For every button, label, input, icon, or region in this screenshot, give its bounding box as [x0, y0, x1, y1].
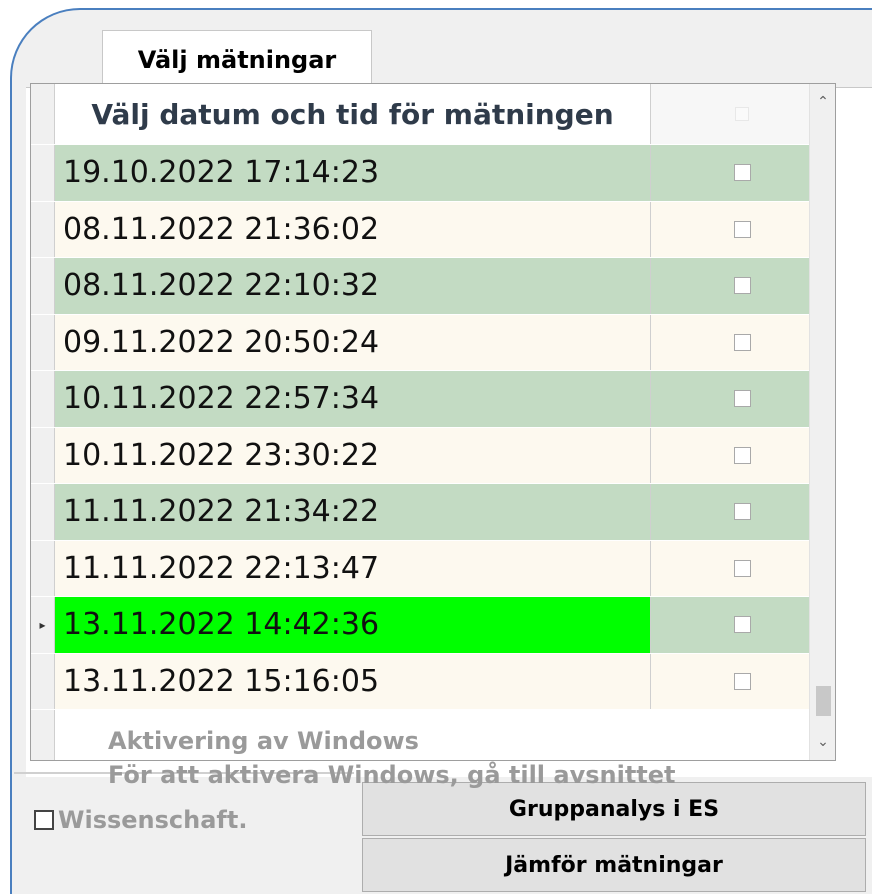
select-cell[interactable]: [651, 145, 833, 201]
row-header[interactable]: [31, 653, 55, 709]
column-header-date[interactable]: Välj datum och tid för mätningen: [55, 84, 651, 144]
table-row[interactable]: 11.11.2022 22:13:47: [31, 540, 835, 597]
scroll-down-icon[interactable]: ⌄: [810, 728, 835, 756]
new-row[interactable]: [31, 710, 835, 760]
row-checkbox[interactable]: [733, 559, 751, 577]
table-row[interactable]: 08.11.2022 22:10:32: [31, 258, 835, 315]
row-checkbox[interactable]: [733, 446, 751, 464]
date-cell[interactable]: 08.11.2022 21:36:02: [55, 201, 651, 257]
date-cell[interactable]: 13.11.2022 14:42:36: [55, 597, 651, 653]
date-cell[interactable]: 11.11.2022 21:34:22: [55, 484, 651, 540]
select-cell[interactable]: [651, 258, 833, 314]
date-cell[interactable]: 19.10.2022 17:14:23: [55, 145, 651, 201]
select-all-checkbox[interactable]: [734, 107, 749, 121]
date-cell[interactable]: 13.11.2022 15:16:05: [55, 653, 651, 709]
scrollbar-thumb[interactable]: [816, 686, 831, 716]
select-cell[interactable]: [651, 202, 833, 258]
group-analysis-button[interactable]: Gruppanalys i ES: [362, 782, 866, 836]
date-cell[interactable]: 08.11.2022 22:10:32: [55, 258, 651, 314]
compare-measurements-button[interactable]: Jämför mätningar: [362, 838, 866, 892]
row-checkbox[interactable]: [733, 672, 751, 690]
row-header[interactable]: [31, 201, 55, 257]
row-header[interactable]: [31, 427, 55, 483]
row-checkbox[interactable]: [733, 503, 751, 521]
select-cell[interactable]: [651, 315, 833, 371]
column-header-select[interactable]: [651, 84, 833, 144]
row-header[interactable]: [31, 258, 55, 314]
row-header[interactable]: [31, 540, 55, 596]
grid-header: Välj datum och tid för mätningen: [31, 84, 835, 144]
row-checkbox[interactable]: [733, 616, 751, 634]
grid-rows: 19.10.2022 17:14:23 08.11.2022 21:36:02 08…: [31, 145, 835, 760]
row-checkbox[interactable]: [733, 164, 751, 182]
table-row[interactable]: 08.11.2022 21:36:02: [31, 201, 835, 258]
row-checkbox[interactable]: [733, 277, 751, 295]
row-header-corner: [31, 84, 55, 144]
date-cell[interactable]: 10.11.2022 23:30:22: [55, 427, 651, 483]
select-cell[interactable]: [651, 654, 833, 710]
row-header[interactable]: [31, 314, 55, 370]
table-row[interactable]: 13.11.2022 15:16:05: [31, 653, 835, 710]
table-row[interactable]: 09.11.2022 20:50:24: [31, 314, 835, 371]
table-row[interactable]: 10.11.2022 22:57:34: [31, 371, 835, 428]
row-header[interactable]: [31, 145, 55, 201]
row-checkbox[interactable]: [733, 333, 751, 351]
checkbox-label: Wissenschaft.: [58, 806, 248, 834]
wissenschaft-checkbox[interactable]: Wissenschaft.: [34, 806, 247, 834]
vertical-scrollbar[interactable]: ⌃ ⌄: [809, 84, 835, 760]
measurement-grid: Välj datum och tid för mätningen 19.10.2…: [30, 83, 836, 761]
row-checkbox[interactable]: [733, 390, 751, 408]
select-cell[interactable]: [651, 484, 833, 540]
select-cell[interactable]: [651, 597, 833, 653]
divider: [14, 772, 354, 774]
scroll-up-icon[interactable]: ⌃: [810, 88, 835, 116]
select-cell[interactable]: [651, 428, 833, 484]
date-cell[interactable]: 11.11.2022 22:13:47: [55, 540, 651, 596]
tab-valj-matningar[interactable]: Välj mätningar: [102, 30, 372, 88]
row-header[interactable]: ▸: [31, 597, 55, 653]
date-cell[interactable]: 09.11.2022 20:50:24: [55, 314, 651, 370]
row-header[interactable]: [31, 484, 55, 540]
table-row[interactable]: 11.11.2022 21:34:22: [31, 484, 835, 541]
row-header[interactable]: [31, 371, 55, 427]
date-cell[interactable]: 10.11.2022 22:57:34: [55, 371, 651, 427]
table-row[interactable]: 19.10.2022 17:14:23: [31, 145, 835, 202]
checkbox-box[interactable]: [34, 810, 54, 830]
select-cell[interactable]: [651, 371, 833, 427]
table-row[interactable]: 10.11.2022 23:30:22: [31, 427, 835, 484]
row-checkbox[interactable]: [733, 220, 751, 238]
row-header[interactable]: [31, 710, 55, 760]
select-cell[interactable]: [651, 541, 833, 597]
table-row[interactable]: ▸ 13.11.2022 14:42:36: [31, 597, 835, 654]
